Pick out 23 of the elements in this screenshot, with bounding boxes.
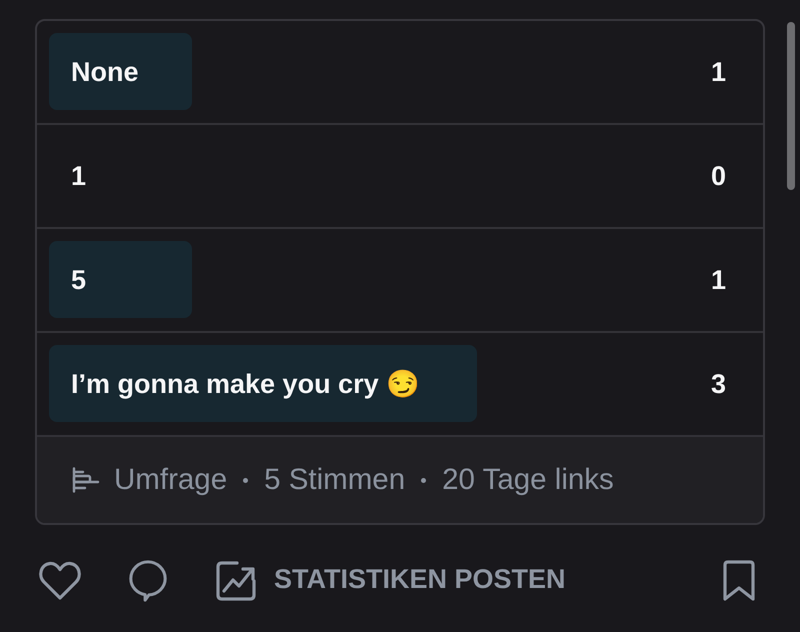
poll-option[interactable]: None 1 bbox=[49, 33, 763, 110]
option-label: None bbox=[71, 56, 138, 88]
poll-option[interactable]: 1 0 bbox=[49, 137, 763, 214]
poll-option[interactable]: I’m gonna make you cry 😏 3 bbox=[49, 345, 763, 422]
heart-icon bbox=[38, 560, 82, 602]
time-left: 20 Tage links bbox=[442, 463, 614, 497]
scrollbar-thumb[interactable] bbox=[787, 22, 795, 190]
poll-option[interactable]: 5 1 bbox=[49, 241, 763, 318]
option-label: 5 bbox=[71, 264, 86, 296]
vote-count: 1 bbox=[710, 264, 726, 296]
option-label: 1 bbox=[71, 160, 86, 192]
vote-count: 0 bbox=[710, 160, 726, 192]
bookmark-icon bbox=[721, 560, 757, 602]
vote-count: 1 bbox=[710, 56, 726, 88]
chart-image-icon bbox=[214, 560, 258, 602]
bookmark-button[interactable] bbox=[721, 560, 757, 602]
stats-button[interactable]: STATISTIKEN POSTEN bbox=[214, 560, 566, 602]
option-label: I’m gonna make you cry 😏 bbox=[71, 368, 420, 401]
poll-icon bbox=[72, 467, 100, 493]
like-button[interactable] bbox=[38, 560, 82, 602]
vote-total: 5 Stimmen bbox=[264, 463, 406, 497]
poll-type: Umfrage bbox=[114, 463, 228, 497]
vote-count: 3 bbox=[710, 368, 726, 400]
